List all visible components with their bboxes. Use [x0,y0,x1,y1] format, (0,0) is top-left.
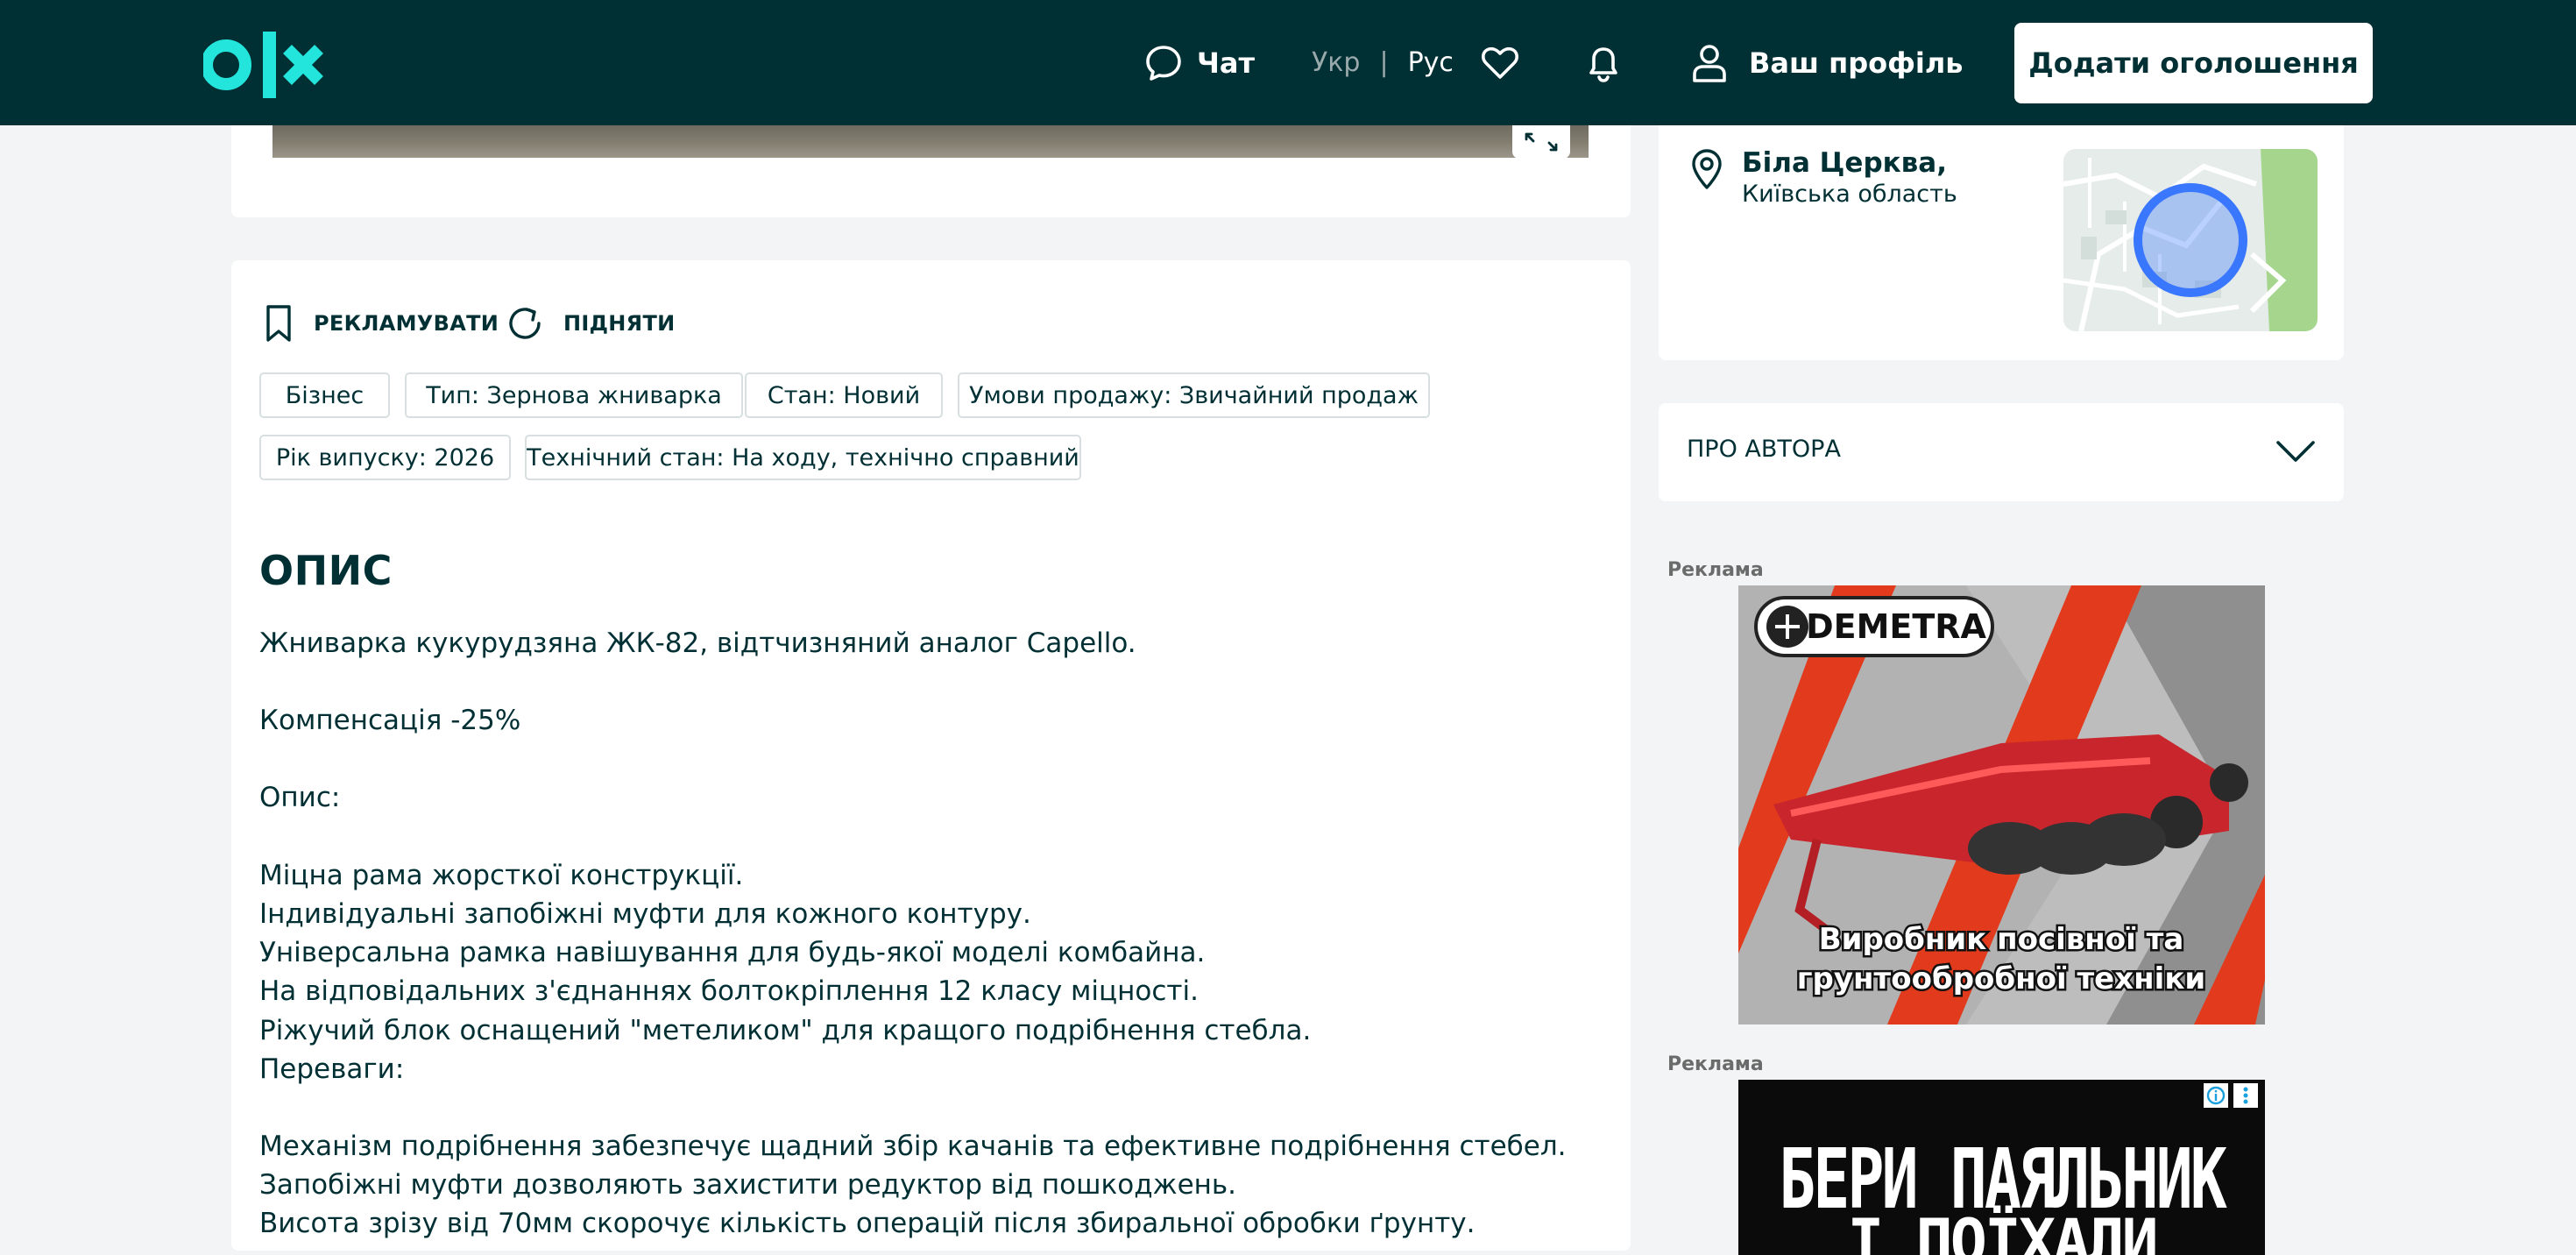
ad2-line2: І ПОЇХАЛИ [1847,1206,2158,1255]
raise-label: ПІДНЯТИ [563,311,676,336]
bell-icon [1589,46,1617,82]
more-vertical-icon [2243,1087,2248,1104]
tag-technical-state[interactable]: Технічний стан: На ходу, технічно справн… [525,435,1081,480]
chevron-down-icon[interactable] [2275,438,2316,464]
description-line: Запобіжні муфти дозволяють захистити ред… [259,1169,1237,1201]
lang-rus[interactable]: Рус [1408,47,1454,78]
ad-menu-button[interactable] [2233,1083,2258,1108]
profile-label: Ваш профіль [1749,46,1964,80]
description-line: Опис: [259,782,341,813]
ad1-line2: грунтообробної техніки [1797,961,2205,996]
location-map[interactable] [2063,149,2318,331]
description-line: Механізм подрібнення забезпечує щадний з… [259,1131,1567,1162]
description-line: Універсальна рамка навішування для будь-… [259,937,1206,968]
tag-condition[interactable]: Стан: Новий [745,372,943,418]
description-line: Індивідуальні запобіжні муфти для кожног… [259,898,1031,930]
user-icon [1693,44,1726,82]
lang-ukr[interactable]: Укр [1312,47,1360,78]
location-city: Біла Церква, [1742,147,1947,179]
adchoices-icon[interactable] [2204,1083,2228,1108]
ad-banner-graphic: Виробник посівної та грунтообробної техн… [1738,585,2265,1025]
lang-separator: | [1379,47,1389,78]
refresh-icon [509,308,541,339]
profile-link[interactable]: Ваш профіль [1691,0,1964,125]
ad-banner-solder[interactable]: БЕРИ ПАЯЛЬНИК І ПОЇХАЛИ [1738,1080,2265,1255]
description-line: Ріжучий блок оснащений "метеликом" для к… [259,1015,1312,1046]
ad1-line1: Виробник посівної та [1819,922,2184,957]
chat-icon [1146,45,1181,81]
description-line: Міцна рама жорсткої конструкції. [259,860,744,891]
ad-label: Реклама [1667,1053,1764,1075]
olx-logo[interactable] [203,30,335,100]
description-line: На відповідальних з'єднаннях болтокріпле… [259,975,1199,1007]
heart-icon [1482,46,1518,79]
description-line: Переваги: [259,1053,405,1085]
language-switcher: Укр | Рус [1312,0,1454,125]
chat-link[interactable]: Чат [1144,0,1255,125]
tag-type[interactable]: Тип: Зернова жниварка [405,372,743,418]
tag-sale-terms[interactable]: Умови продажу: Звичайний продаж [958,372,1430,418]
description-line: Жниварка кукурудзяна ЖК-82, відтчизняний… [259,628,1136,659]
top-header: Чат Укр | Рус Ваш профіль Додати оголоше… [0,0,2576,125]
notifications-button[interactable] [1584,0,1623,125]
info-icon [2206,1086,2226,1105]
promote-label: РЕКЛАМУВАТИ [314,311,499,336]
raise-button[interactable]: ПІДНЯТИ [506,303,676,344]
description-line: Компенсація -25% [259,705,521,736]
ad-label: Реклама [1667,559,1764,581]
chat-label: Чат [1197,46,1255,80]
about-author-label: ПРО АВТОРА [1687,436,1841,463]
description-line: Висота зрізу від 70мм скорочує кількість… [259,1208,1476,1239]
favorites-button[interactable] [1481,0,1519,125]
location-pin-icon [1692,149,1722,189]
description-title: ОПИС [259,547,393,594]
add-listing-button[interactable]: Додати оголошення [2014,23,2373,103]
fullscreen-button[interactable] [1512,125,1570,159]
promote-button[interactable]: РЕКЛАМУВАТИ [263,303,499,344]
expand-icon [1525,132,1558,152]
ad-banner-demetra[interactable]: Виробник посівної та грунтообробної техн… [1738,585,2265,1025]
ad1-brand: DEMETRA [1806,607,1986,646]
map-graphic [2063,149,2318,331]
location-region: Київська область [1742,181,1957,208]
listing-photo[interactable] [272,125,1589,158]
tag-business[interactable]: Бізнес [259,372,390,418]
tag-year[interactable]: Рік випуску: 2026 [259,435,511,480]
bookmark-icon [266,305,291,342]
